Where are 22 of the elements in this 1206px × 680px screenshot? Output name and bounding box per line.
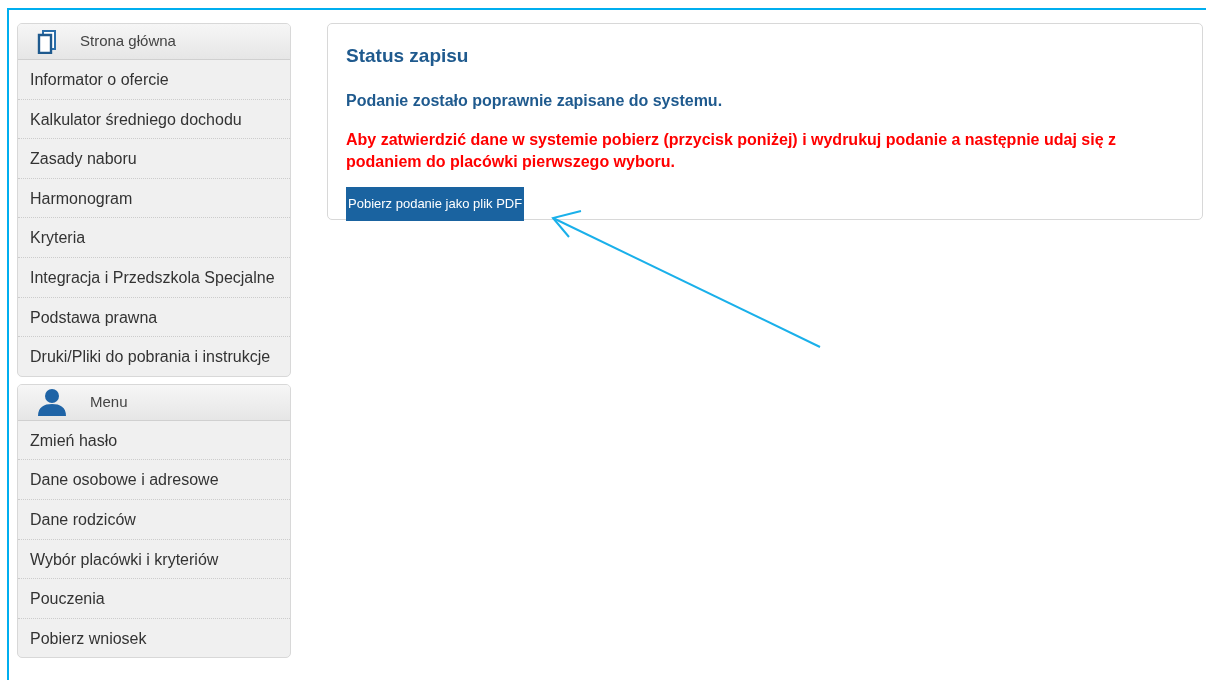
status-title: Status zapisu [346, 44, 470, 68]
sidebar-link[interactable]: Informator o ofercie [18, 60, 290, 100]
download-pdf-button[interactable]: Pobierz podanie jako plik PDF [346, 187, 525, 221]
sidebar-link[interactable]: Podstawa prawna [18, 297, 290, 338]
sidebar-link[interactable]: Dane rodziców [18, 499, 290, 540]
user-icon [36, 388, 68, 417]
sidebar-link[interactable]: Zmień hasło [18, 420, 290, 461]
sidebar-link[interactable]: Integracja i Przedszkola Specjalne [18, 257, 290, 298]
sidebar-link[interactable]: Harmonogram [18, 178, 290, 219]
warning-message: Aby zatwierdzić dane w systemie pobierz (przycisk poniżej) i wydrukuj podanie a następnie udaj się z podaniem do placówki pierwszego wyboru. [346, 129, 1117, 172]
success-message: Podanie zostało poprawnie zapisane do systemu. [346, 90, 724, 111]
sidebar-link[interactable]: Kalkulator średniego dochodu [18, 99, 290, 140]
sidebar-link[interactable]: Druki/Pliki do pobrania i instrukcje [18, 337, 290, 376]
sidebar-link[interactable]: Zasady naboru [18, 139, 290, 179]
document-icon [36, 29, 58, 54]
sidebar-link[interactable]: Wybór placówki i kryteriów [18, 539, 290, 580]
sidebar-link[interactable]: Kryteria [18, 218, 290, 258]
sidebar-link[interactable]: Pobierz wniosek [18, 618, 290, 658]
sidebar-link[interactable]: Dane osobowe i adresowe [18, 460, 290, 500]
sidebar-link[interactable]: Pouczenia [18, 579, 290, 619]
panel-title: Menu [90, 392, 128, 412]
panel-title: Strona główna [80, 31, 176, 52]
